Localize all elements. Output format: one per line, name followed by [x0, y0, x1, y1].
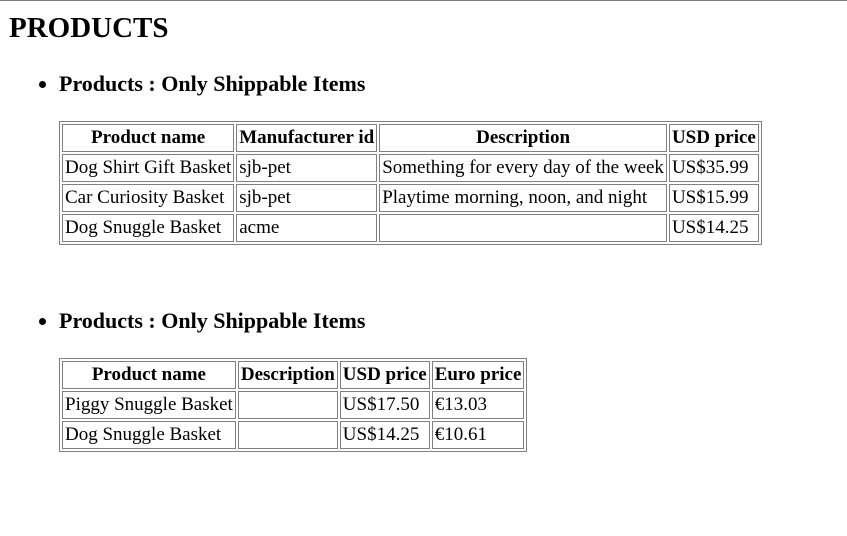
cell-manufacturer-id: sjb-pet	[236, 154, 378, 182]
table-row: Dog Snuggle Basket US$14.25 €10.61	[62, 421, 525, 449]
section-heading-1: Products : Only Shippable Items	[39, 70, 365, 98]
cell-usd-price: US$15.99	[668, 184, 759, 212]
cell-description: Playtime morning, noon, and night	[379, 184, 667, 212]
cell-product-name: Dog Snuggle Basket	[62, 214, 235, 242]
cell-usd-price: US$14.25	[339, 421, 430, 449]
bullet-icon	[39, 80, 46, 88]
table-row: Dog Shirt Gift Basket sjb-pet Something …	[62, 154, 759, 182]
table-row: Dog Snuggle Basket acme US$14.25	[62, 214, 759, 242]
products-table-1: Product name Manufacturer id Description…	[59, 121, 762, 245]
table-row: Piggy Snuggle Basket US$17.50 €13.03	[62, 391, 525, 419]
column-header-manufacturer-id: Manufacturer id	[236, 124, 378, 152]
products-table-2: Product name Description USD price Euro …	[59, 358, 528, 452]
column-header-usd-price: USD price	[668, 124, 759, 152]
cell-usd-price: US$14.25	[668, 214, 759, 242]
cell-manufacturer-id: sjb-pet	[236, 184, 378, 212]
cell-description	[237, 421, 338, 449]
column-header-description: Description	[237, 361, 338, 389]
column-header-usd-price: USD price	[339, 361, 430, 389]
cell-usd-price: US$35.99	[668, 154, 759, 182]
cell-product-name: Piggy Snuggle Basket	[62, 391, 236, 419]
column-header-product-name: Product name	[62, 124, 235, 152]
cell-description	[237, 391, 338, 419]
column-header-euro-price: Euro price	[431, 361, 525, 389]
cell-product-name: Car Curiosity Basket	[62, 184, 235, 212]
bullet-icon	[39, 317, 46, 325]
cell-product-name: Dog Snuggle Basket	[62, 421, 236, 449]
cell-product-name: Dog Shirt Gift Basket	[62, 154, 235, 182]
cell-manufacturer-id: acme	[236, 214, 378, 242]
cell-description: Something for every day of the week	[379, 154, 667, 182]
column-header-product-name: Product name	[62, 361, 236, 389]
table-header-row: Product name Manufacturer id Description…	[62, 124, 759, 152]
top-divider	[0, 0, 847, 1]
page-title: PRODUCTS	[9, 12, 169, 44]
section-heading-2: Products : Only Shippable Items	[39, 307, 365, 335]
section-heading-text: Products : Only Shippable Items	[59, 71, 366, 96]
table-row: Car Curiosity Basket sjb-pet Playtime mo…	[62, 184, 759, 212]
cell-euro-price: €10.61	[431, 421, 525, 449]
column-header-description: Description	[379, 124, 667, 152]
cell-description	[379, 214, 667, 242]
table-header-row: Product name Description USD price Euro …	[62, 361, 525, 389]
cell-euro-price: €13.03	[431, 391, 525, 419]
section-heading-text: Products : Only Shippable Items	[59, 308, 366, 333]
cell-usd-price: US$17.50	[339, 391, 430, 419]
